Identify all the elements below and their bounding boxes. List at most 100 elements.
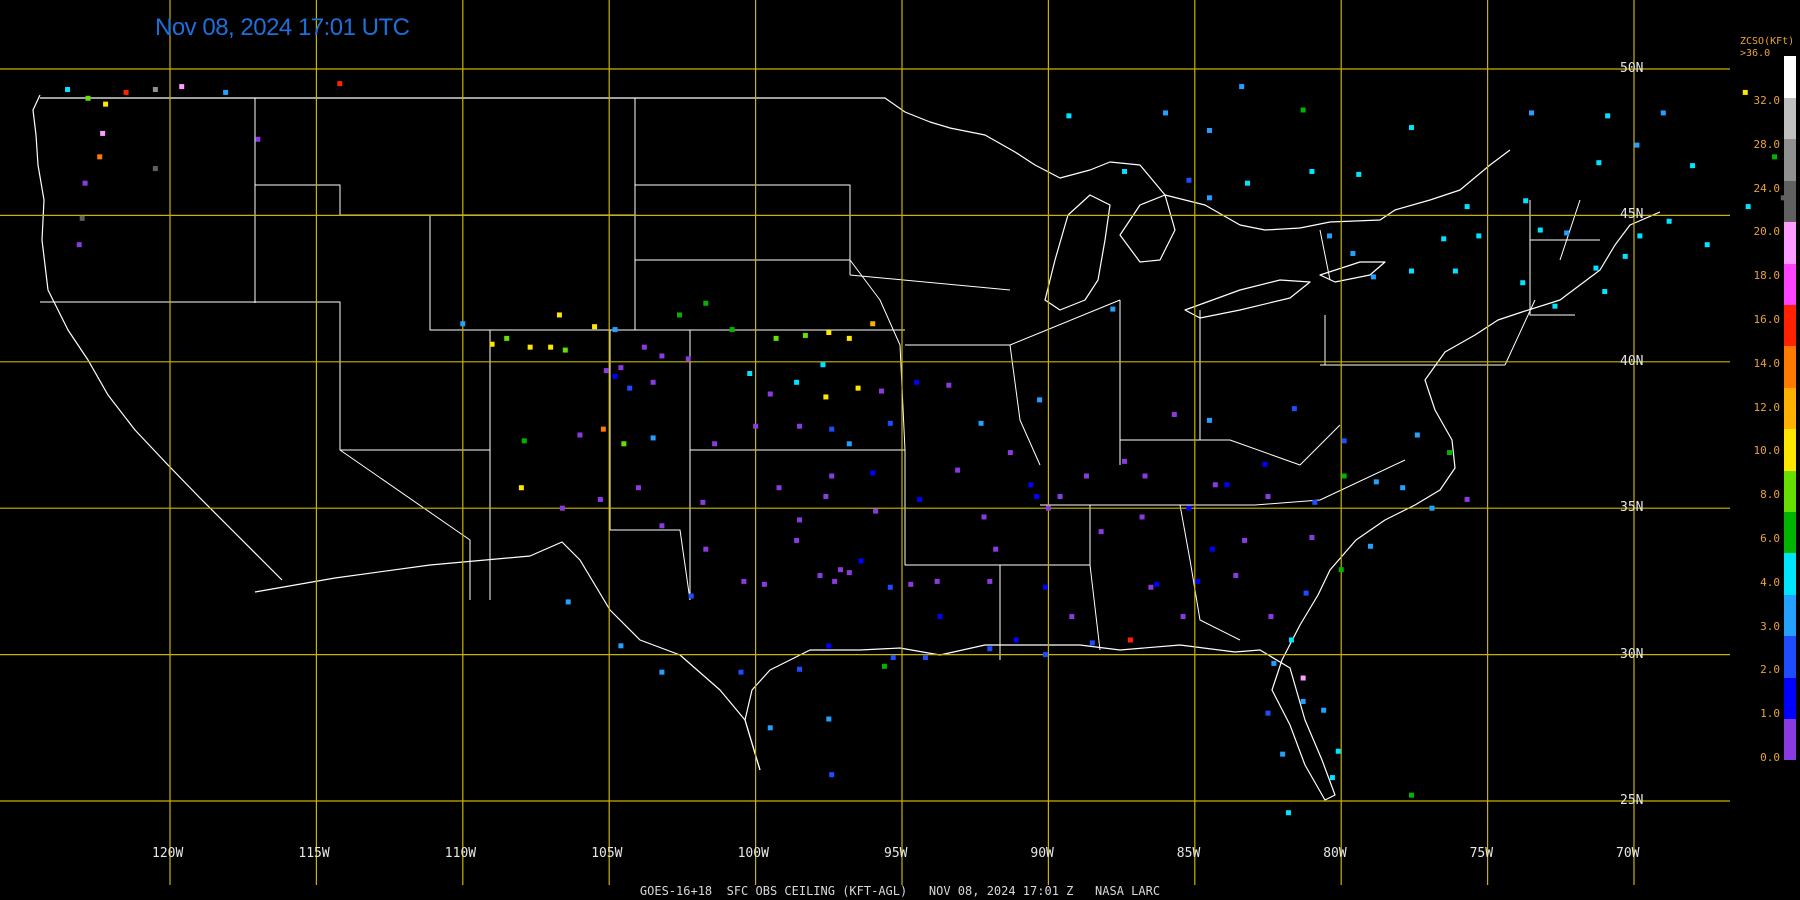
station-marker — [978, 420, 984, 426]
station-marker — [934, 578, 940, 584]
colorbar-swatch — [1784, 718, 1796, 761]
station-marker — [1122, 458, 1128, 464]
station-marker — [890, 655, 896, 661]
station-marker — [1122, 168, 1128, 174]
station-marker — [1350, 250, 1356, 256]
station-marker — [1367, 543, 1373, 549]
station-marker — [1408, 125, 1414, 131]
colorbar-tick-label: 24.0 — [1753, 181, 1781, 195]
station-marker — [729, 327, 735, 333]
station-marker — [1195, 578, 1201, 584]
latitude-label: 25N — [1620, 793, 1644, 808]
station-marker — [1312, 499, 1318, 505]
station-marker — [1564, 230, 1570, 236]
station-marker — [1288, 637, 1294, 643]
station-marker — [556, 312, 562, 318]
station-marker — [1464, 204, 1470, 210]
station-marker — [1772, 154, 1778, 160]
station-marker — [712, 441, 718, 447]
colorbar-swatch — [1784, 263, 1796, 305]
colorbar-swatch — [1784, 221, 1796, 264]
station-marker — [1300, 107, 1306, 113]
station-marker — [887, 584, 893, 590]
station-marker — [1552, 303, 1558, 309]
station-marker — [802, 332, 808, 338]
station-marker — [489, 341, 495, 347]
station-marker — [1309, 534, 1315, 540]
station-marker — [1206, 195, 1212, 201]
station-marker — [97, 154, 103, 160]
station-marker — [1660, 110, 1666, 116]
station-marker — [1520, 280, 1526, 286]
colorbar-tick-label: 4.0 — [1760, 575, 1780, 589]
longitude-label: 80W — [1323, 846, 1347, 861]
station-marker — [946, 382, 952, 388]
station-marker — [460, 321, 466, 327]
station-marker — [1300, 675, 1306, 681]
station-marker — [955, 467, 961, 473]
station-marker — [85, 95, 91, 101]
station-marker — [650, 379, 656, 385]
colorbar-swatch — [1784, 387, 1796, 430]
station-marker — [1089, 640, 1095, 646]
station-markers — [65, 81, 1786, 816]
station-marker — [1186, 177, 1192, 183]
station-marker — [1127, 637, 1133, 643]
station-marker — [870, 470, 876, 476]
station-marker — [1209, 546, 1215, 552]
longitude-label: 105W — [591, 846, 623, 861]
station-marker — [1013, 637, 1019, 643]
station-marker — [688, 593, 694, 599]
station-marker — [1326, 233, 1332, 239]
station-marker — [832, 578, 838, 584]
station-marker — [1745, 204, 1751, 210]
station-marker — [794, 379, 800, 385]
station-marker — [753, 423, 759, 429]
station-marker — [1285, 810, 1291, 816]
station-marker — [618, 643, 624, 649]
station-marker — [685, 356, 691, 362]
station-marker — [817, 573, 823, 579]
station-marker — [776, 485, 782, 491]
station-marker — [1271, 660, 1277, 666]
station-marker — [1280, 751, 1286, 757]
station-marker — [1206, 127, 1212, 133]
station-marker — [829, 772, 835, 778]
station-marker — [152, 86, 158, 92]
station-marker — [79, 215, 85, 221]
station-marker — [1265, 493, 1271, 499]
station-marker — [1291, 406, 1297, 412]
station-marker — [879, 388, 885, 394]
station-marker — [829, 426, 835, 432]
colorbar-tick-label: 3.0 — [1760, 619, 1780, 633]
station-marker — [1321, 707, 1327, 713]
station-marker — [1447, 450, 1453, 456]
station-marker — [1373, 479, 1379, 485]
us-mexico-border — [254, 541, 761, 771]
station-marker — [1300, 698, 1306, 704]
station-marker — [1523, 198, 1529, 204]
station-marker — [1139, 514, 1145, 520]
station-marker — [773, 335, 779, 341]
latitude-label: 40N — [1620, 353, 1644, 369]
station-marker — [917, 496, 923, 502]
station-marker — [82, 180, 88, 186]
station-marker — [1429, 505, 1435, 511]
colorbar-tick-label: 14.0 — [1753, 356, 1781, 370]
station-marker — [1529, 110, 1535, 116]
colorbar-tick-label: 8.0 — [1760, 488, 1780, 502]
colorbar-tick-label: 2.0 — [1760, 663, 1780, 677]
latitude-label: 35N — [1620, 500, 1644, 516]
station-marker — [1356, 171, 1362, 177]
colorbar-tick-label: 28.0 — [1753, 137, 1781, 151]
station-marker — [797, 517, 803, 523]
station-marker — [1408, 792, 1414, 798]
station-marker — [987, 578, 993, 584]
longitude-label: 70W — [1616, 846, 1640, 861]
longitude-label: 115W — [298, 846, 330, 861]
station-marker — [703, 300, 709, 306]
latitude-label: 30N — [1620, 646, 1644, 662]
station-marker — [826, 330, 832, 336]
colorbar-tick-label: 20.0 — [1753, 225, 1781, 239]
station-marker — [761, 581, 767, 587]
